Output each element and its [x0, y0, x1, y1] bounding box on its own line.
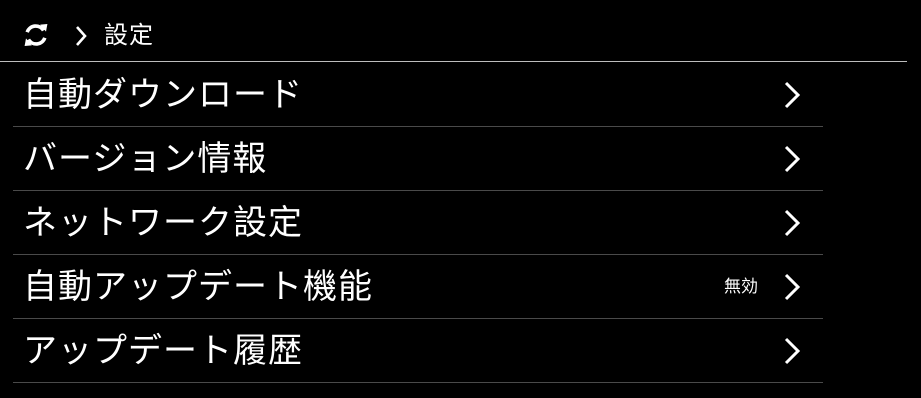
menu-item-version-info[interactable]: バージョン情報 [13, 127, 823, 191]
menu-item-label: バージョン情報 [23, 139, 268, 179]
menu-item-label: 自動アップデート機能 [23, 267, 373, 307]
menu-item-label: ネットワーク設定 [23, 203, 303, 243]
menu-item-label: アップデート履歴 [23, 331, 303, 371]
menu-item-update-history[interactable]: アップデート履歴 [13, 319, 823, 383]
menu-item-value-status: 無効 [724, 277, 758, 297]
menu-item-auto-update[interactable]: 自動アップデート機能 無効 [13, 255, 823, 319]
chevron-right-icon [784, 337, 801, 365]
breadcrumb-separator-icon [76, 26, 87, 46]
chevron-right-icon [784, 145, 801, 173]
menu-item-network-settings[interactable]: ネットワーク設定 [13, 191, 823, 255]
breadcrumb-title: 設定 [104, 21, 154, 49]
chevron-right-icon [784, 209, 801, 237]
chevron-right-icon [784, 273, 801, 301]
menu-item-auto-download[interactable]: 自動ダウンロード [13, 63, 823, 127]
chevron-right-icon [784, 81, 801, 109]
refresh-icon[interactable] [22, 21, 50, 49]
header-bar: 設定 [0, 0, 907, 62]
settings-menu: 自動ダウンロード バージョン情報 ネットワーク設定 自動アップデート機能 無効 … [13, 63, 823, 383]
menu-item-label: 自動ダウンロード [23, 75, 303, 115]
